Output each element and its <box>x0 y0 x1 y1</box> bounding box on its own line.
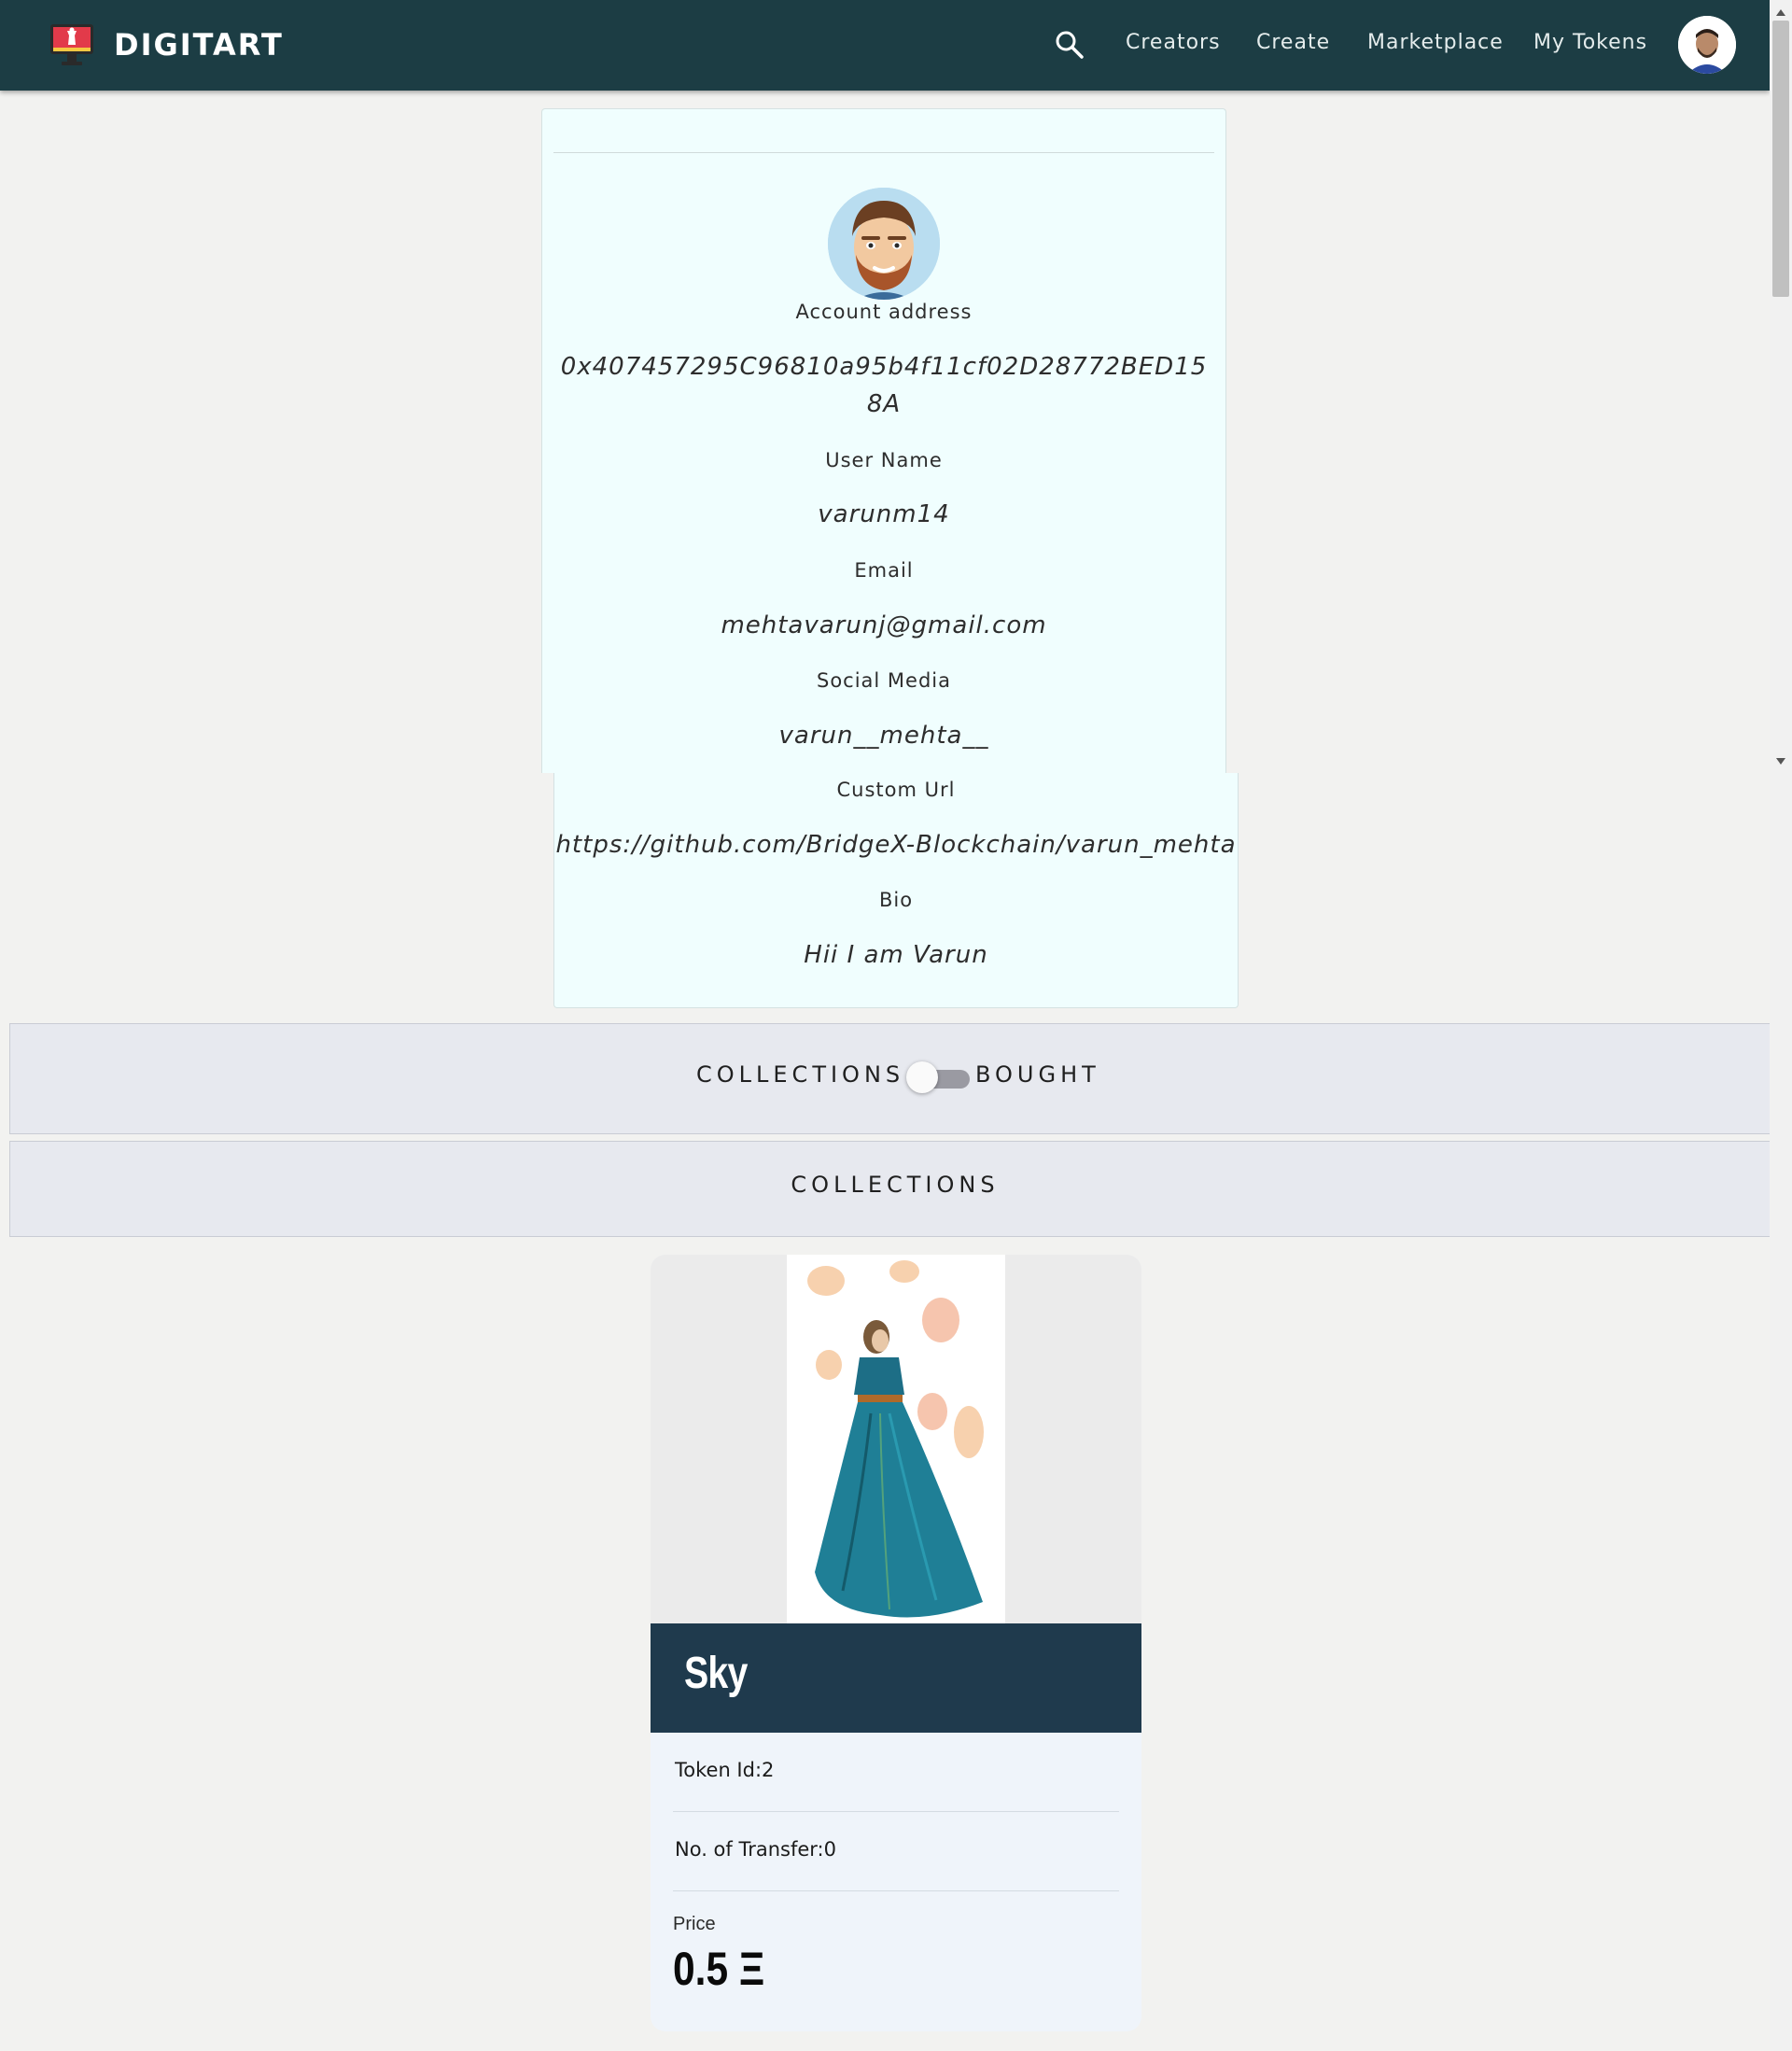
nav-link-creators[interactable]: Creators <box>1126 31 1221 54</box>
scroll-up-arrow-icon[interactable] <box>1776 9 1785 16</box>
email-label: Email <box>854 559 914 582</box>
account-address-label: Account address <box>795 301 973 323</box>
username-value: varunm14 <box>818 500 950 528</box>
collections-section-banner: COLLECTIONS <box>9 1141 1781 1237</box>
navbar: DIGITART Creators Create Marketplace My … <box>0 0 1770 91</box>
toggle-label-collections[interactable]: COLLECTIONS <box>696 1061 904 1088</box>
nft-title: Sky <box>684 1649 748 1698</box>
account-address-value: 0x407457295C96810a95b4f11cf02D28772BED15… <box>560 353 1208 418</box>
profile-avatar <box>828 188 940 300</box>
profile-card: Account address 0x407457295C96810a95b4f1… <box>541 108 1226 773</box>
nft-image <box>651 1255 1141 1623</box>
memoji-avatar-image <box>828 188 940 300</box>
collections-bought-toggle-banner: COLLECTIONS BOUGHT <box>9 1023 1781 1134</box>
nav-link-marketplace[interactable]: Marketplace <box>1367 31 1504 54</box>
user-avatar[interactable] <box>1678 16 1736 74</box>
nav-link-my-tokens[interactable]: My Tokens <box>1533 31 1647 54</box>
search-icon[interactable] <box>1053 28 1086 62</box>
scroll-thumb[interactable] <box>1772 21 1789 297</box>
brand-name: DIGITART <box>114 27 284 63</box>
scrollbar[interactable] <box>1770 0 1792 2051</box>
nft-artwork <box>787 1255 1005 1623</box>
toggle-label-bought[interactable]: BOUGHT <box>975 1061 1100 1088</box>
dress-illustration-image <box>787 1255 1005 1623</box>
toggle-knob <box>906 1061 938 1093</box>
user-avatar-image <box>1678 16 1736 74</box>
social-media-value: varun__mehta__ <box>778 722 989 750</box>
nft-token-id: Token Id:2 <box>675 1759 775 1781</box>
username-label: User Name <box>825 449 943 471</box>
brand-logo-icon <box>50 24 93 65</box>
nft-price-value: 0.5 Ξ <box>673 1943 765 1995</box>
profile-card-continued: Custom Url https://github.com/BridgeX-Bl… <box>553 773 1239 1008</box>
nft-transfer-count: No. of Transfer:0 <box>675 1838 836 1861</box>
scroll-down-arrow-icon[interactable] <box>1776 758 1785 765</box>
bio-value: Hii I am Varun <box>804 941 988 969</box>
nft-price-label: Price <box>673 1914 716 1934</box>
card-divider <box>553 152 1214 153</box>
nft-separator <box>673 1890 1119 1891</box>
collections-bought-toggle[interactable] <box>906 1061 970 1095</box>
brand[interactable]: DIGITART <box>49 21 284 69</box>
nav-link-create[interactable]: Create <box>1256 31 1330 54</box>
nft-separator <box>673 1811 1119 1812</box>
custom-url-label: Custom Url <box>836 779 956 801</box>
custom-url-value: https://github.com/BridgeX-Blockchain/va… <box>555 831 1237 859</box>
nft-card[interactable]: Sky Token Id:2 No. of Transfer:0 Price 0… <box>651 1255 1141 2031</box>
email-value: mehtavarunj@gmail.com <box>721 611 1047 639</box>
nft-title-bar: Sky <box>651 1623 1141 1733</box>
bio-label: Bio <box>878 889 914 911</box>
section-title: COLLECTIONS <box>791 1172 1000 1198</box>
social-media-label: Social Media <box>816 669 951 692</box>
